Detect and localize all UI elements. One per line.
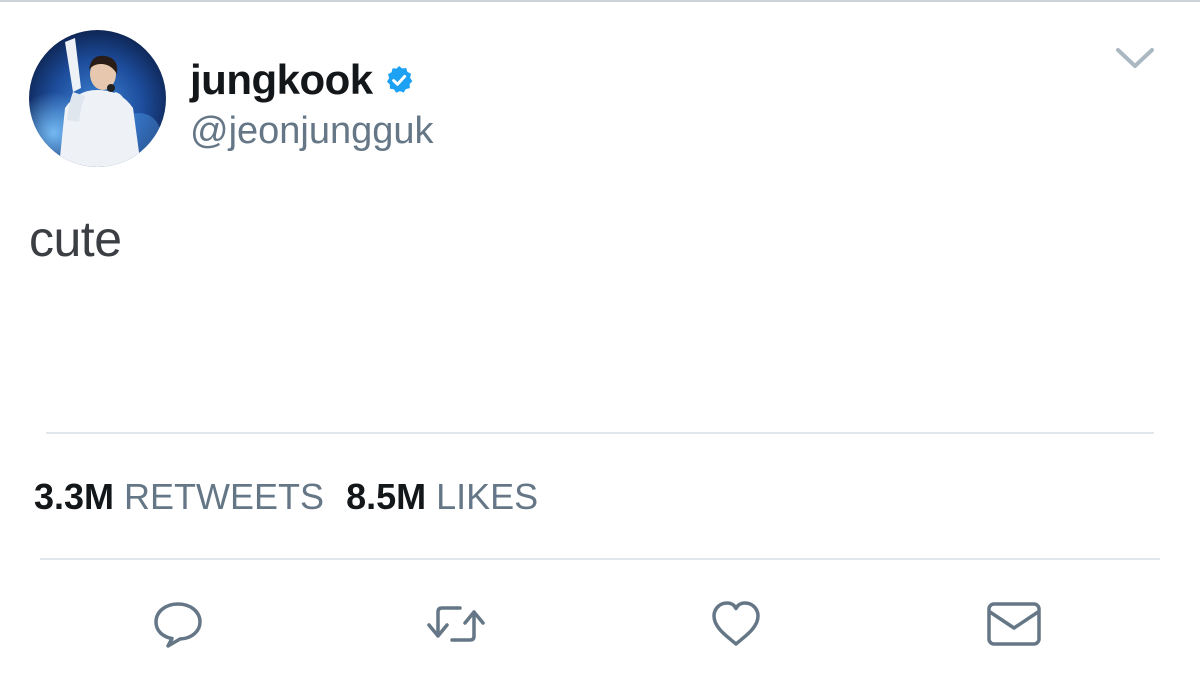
retweets-stat[interactable]: 3.3M RETWEETS <box>34 476 324 518</box>
envelope-icon <box>987 602 1041 646</box>
retweets-label: RETWEETS <box>124 476 325 517</box>
likes-count: 8.5M <box>346 476 427 517</box>
direct-message-button[interactable] <box>982 594 1046 654</box>
likes-label: LIKES <box>436 476 539 517</box>
divider <box>46 432 1154 434</box>
heart-icon <box>712 601 760 646</box>
avatar-image <box>29 30 166 167</box>
tweet-text: cute <box>29 211 122 267</box>
chevron-down-icon[interactable] <box>1114 40 1156 76</box>
retweet-button[interactable] <box>424 594 488 654</box>
like-button[interactable] <box>704 594 768 654</box>
verified-badge-icon <box>383 64 415 96</box>
likes-stat[interactable]: 8.5M LIKES <box>346 476 538 518</box>
speech-bubble-icon <box>154 602 202 648</box>
display-name[interactable]: jungkook <box>190 56 373 104</box>
author-name-row[interactable]: jungkook <box>190 52 415 108</box>
tweet-stats: 3.3M RETWEETS 8.5M LIKES <box>34 474 538 520</box>
reply-button[interactable] <box>146 594 210 654</box>
retweet-arrows-icon <box>427 606 485 642</box>
author-handle[interactable]: @jeonjungguk <box>190 110 434 153</box>
retweets-count: 3.3M <box>34 476 115 517</box>
top-divider <box>0 0 1200 2</box>
divider <box>40 558 1160 560</box>
avatar[interactable] <box>29 30 166 167</box>
